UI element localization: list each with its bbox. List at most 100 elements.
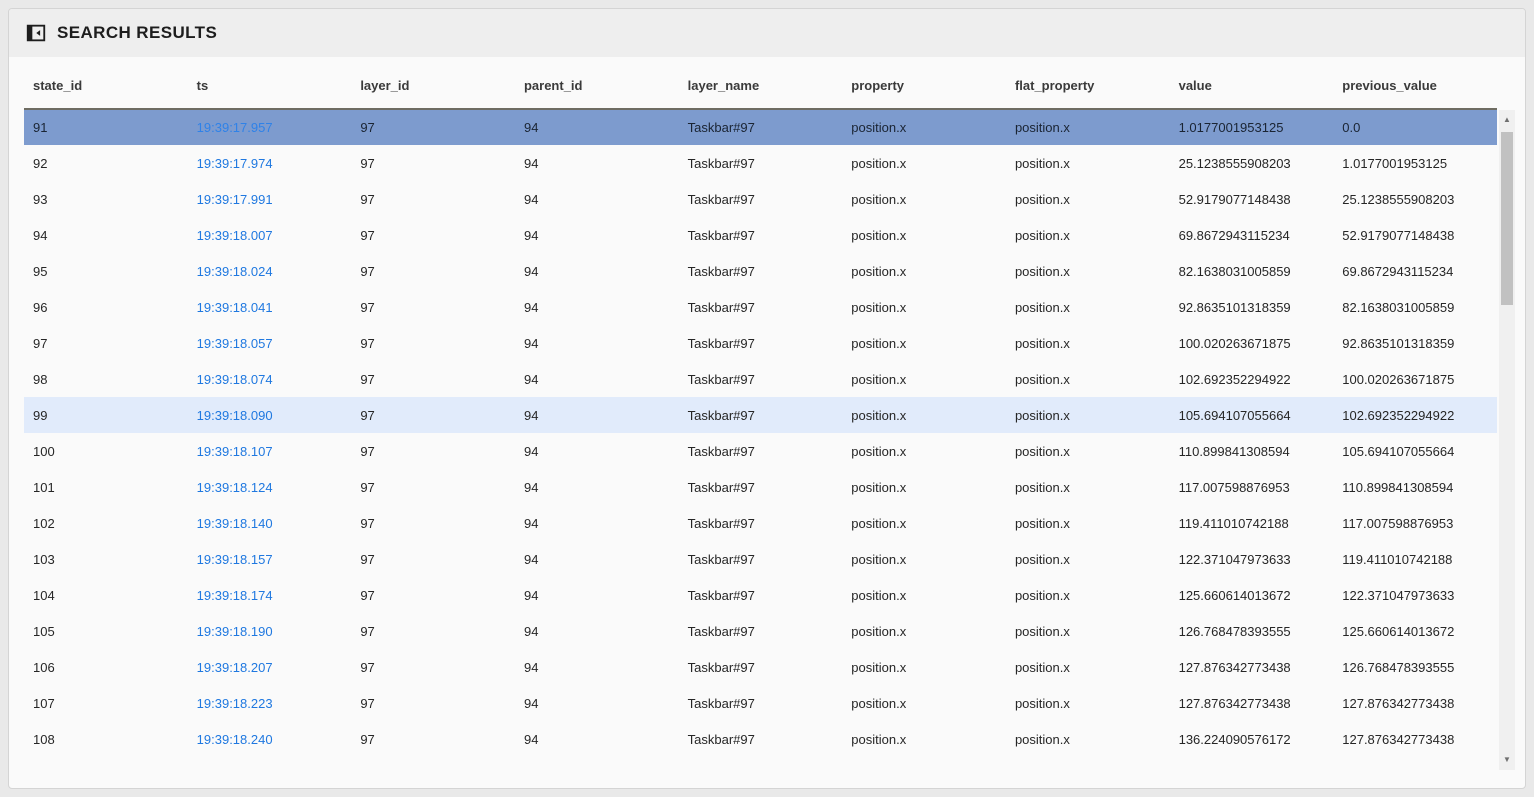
cell-parent_id: 94 (515, 613, 679, 649)
cell-state_id: 91 (24, 109, 188, 145)
ts-link[interactable]: 19:39:17.991 (197, 192, 273, 207)
scrollbar-thumb[interactable] (1501, 132, 1513, 305)
ts-link[interactable]: 19:39:17.957 (197, 120, 273, 135)
cell-property: position.x (842, 433, 1006, 469)
table-row[interactable]: 9519:39:18.0249794Taskbar#97position.xpo… (24, 253, 1497, 289)
column-header-layer_id: layer_id (351, 57, 515, 109)
cell-parent_id: 94 (515, 649, 679, 685)
cell-layer_id: 97 (351, 109, 515, 145)
cell-flat_property: position.x (1006, 721, 1170, 757)
table-row[interactable]: 10819:39:18.2409794Taskbar#97position.xp… (24, 721, 1497, 757)
ts-link[interactable]: 19:39:18.174 (197, 588, 273, 603)
cell-value: 52.9179077148438 (1170, 181, 1334, 217)
cell-ts: 19:39:18.107 (188, 433, 352, 469)
scroll-up-arrow-icon[interactable]: ▲ (1499, 112, 1515, 126)
ts-link[interactable]: 19:39:18.223 (197, 696, 273, 711)
table-row[interactable]: 10219:39:18.1409794Taskbar#97position.xp… (24, 505, 1497, 541)
cell-layer_name: Taskbar#97 (679, 577, 843, 613)
table-row[interactable]: 10319:39:18.1579794Taskbar#97position.xp… (24, 541, 1497, 577)
ts-link[interactable]: 19:39:18.107 (197, 444, 273, 459)
cell-value: 110.899841308594 (1170, 433, 1334, 469)
ts-link[interactable]: 19:39:18.041 (197, 300, 273, 315)
cell-previous_value: 127.876342773438 (1333, 721, 1497, 757)
ts-link[interactable]: 19:39:18.140 (197, 516, 273, 531)
cell-layer_name: Taskbar#97 (679, 397, 843, 433)
table-row[interactable]: 9319:39:17.9919794Taskbar#97position.xpo… (24, 181, 1497, 217)
cell-property: position.x (842, 217, 1006, 253)
cell-value: 105.694107055664 (1170, 397, 1334, 433)
scroll-down-arrow-icon[interactable]: ▼ (1499, 752, 1515, 766)
cell-state_id: 107 (24, 685, 188, 721)
cell-layer_id: 97 (351, 541, 515, 577)
column-header-ts: ts (188, 57, 352, 109)
cell-previous_value: 52.9179077148438 (1333, 217, 1497, 253)
cell-ts: 19:39:18.074 (188, 361, 352, 397)
table-row[interactable]: 9819:39:18.0749794Taskbar#97position.xpo… (24, 361, 1497, 397)
table-row[interactable]: 9419:39:18.0079794Taskbar#97position.xpo… (24, 217, 1497, 253)
ts-link[interactable]: 19:39:18.157 (197, 552, 273, 567)
cell-parent_id: 94 (515, 469, 679, 505)
cell-layer_name: Taskbar#97 (679, 541, 843, 577)
table-row[interactable]: 9619:39:18.0419794Taskbar#97position.xpo… (24, 289, 1497, 325)
cell-layer_id: 97 (351, 325, 515, 361)
cell-parent_id: 94 (515, 325, 679, 361)
cell-layer_name: Taskbar#97 (679, 217, 843, 253)
table-row[interactable]: 10619:39:18.2079794Taskbar#97position.xp… (24, 649, 1497, 685)
ts-link[interactable]: 19:39:18.190 (197, 624, 273, 639)
cell-property: position.x (842, 505, 1006, 541)
cell-layer_name: Taskbar#97 (679, 325, 843, 361)
cell-property: position.x (842, 289, 1006, 325)
ts-link[interactable]: 19:39:18.074 (197, 372, 273, 387)
column-header-layer_name: layer_name (679, 57, 843, 109)
column-header-value: value (1170, 57, 1334, 109)
ts-link[interactable]: 19:39:18.024 (197, 264, 273, 279)
cell-previous_value: 102.692352294922 (1333, 397, 1497, 433)
ts-link[interactable]: 19:39:18.124 (197, 480, 273, 495)
ts-link[interactable]: 19:39:18.090 (197, 408, 273, 423)
cell-previous_value: 125.660614013672 (1333, 613, 1497, 649)
table-row[interactable]: 10019:39:18.1079794Taskbar#97position.xp… (24, 433, 1497, 469)
table-row[interactable]: 10519:39:18.1909794Taskbar#97position.xp… (24, 613, 1497, 649)
cell-ts: 19:39:18.024 (188, 253, 352, 289)
cell-parent_id: 94 (515, 541, 679, 577)
cell-state_id: 99 (24, 397, 188, 433)
ts-link[interactable]: 19:39:18.240 (197, 732, 273, 747)
cell-state_id: 96 (24, 289, 188, 325)
cell-previous_value: 100.020263671875 (1333, 361, 1497, 397)
cell-ts: 19:39:18.124 (188, 469, 352, 505)
cell-property: position.x (842, 541, 1006, 577)
table-row[interactable]: 10419:39:18.1749794Taskbar#97position.xp… (24, 577, 1497, 613)
table-header: state_idtslayer_idparent_idlayer_namepro… (24, 57, 1497, 109)
cell-value: 127.876342773438 (1170, 685, 1334, 721)
cell-flat_property: position.x (1006, 433, 1170, 469)
cell-value: 136.224090576172 (1170, 721, 1334, 757)
cell-layer_id: 97 (351, 397, 515, 433)
results-table-wrap: state_idtslayer_idparent_idlayer_namepro… (24, 57, 1497, 757)
table-row[interactable]: 10119:39:18.1249794Taskbar#97position.xp… (24, 469, 1497, 505)
column-header-previous_value: previous_value (1333, 57, 1497, 109)
ts-link[interactable]: 19:39:18.207 (197, 660, 273, 675)
vertical-scrollbar[interactable]: ▲ ▼ (1499, 110, 1515, 770)
cell-parent_id: 94 (515, 145, 679, 181)
table-row[interactable]: 9119:39:17.9579794Taskbar#97position.xpo… (24, 109, 1497, 145)
table-row[interactable]: 9719:39:18.0579794Taskbar#97position.xpo… (24, 325, 1497, 361)
cell-flat_property: position.x (1006, 361, 1170, 397)
cell-layer_name: Taskbar#97 (679, 505, 843, 541)
cell-property: position.x (842, 145, 1006, 181)
cell-state_id: 101 (24, 469, 188, 505)
cell-parent_id: 94 (515, 217, 679, 253)
table-row[interactable]: 9219:39:17.9749794Taskbar#97position.xpo… (24, 145, 1497, 181)
ts-link[interactable]: 19:39:18.007 (197, 228, 273, 243)
table-row[interactable]: 9919:39:18.0909794Taskbar#97position.xpo… (24, 397, 1497, 433)
cell-ts: 19:39:17.991 (188, 181, 352, 217)
cell-previous_value: 92.8635101318359 (1333, 325, 1497, 361)
table-row[interactable]: 10719:39:18.2239794Taskbar#97position.xp… (24, 685, 1497, 721)
cell-ts: 19:39:18.190 (188, 613, 352, 649)
cell-property: position.x (842, 361, 1006, 397)
ts-link[interactable]: 19:39:18.057 (197, 336, 273, 351)
cell-state_id: 102 (24, 505, 188, 541)
cell-ts: 19:39:17.957 (188, 109, 352, 145)
ts-link[interactable]: 19:39:17.974 (197, 156, 273, 171)
cell-ts: 19:39:18.041 (188, 289, 352, 325)
cell-flat_property: position.x (1006, 577, 1170, 613)
